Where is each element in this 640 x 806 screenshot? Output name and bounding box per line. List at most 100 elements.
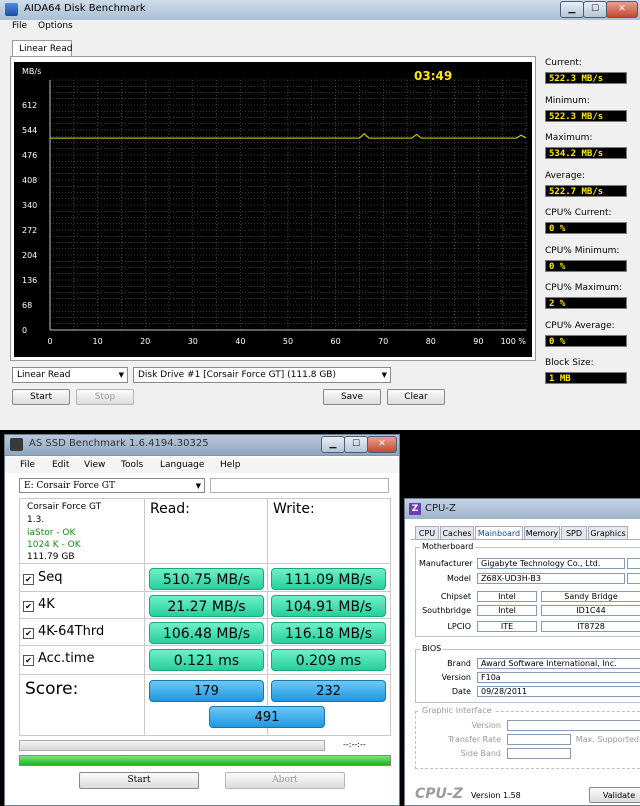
close-button[interactable]: ✕ <box>367 436 397 453</box>
test-type-select[interactable]: Linear Read ▼ <box>12 367 128 383</box>
y-tick-label: 272 <box>22 226 37 235</box>
chevron-down-icon: ▼ <box>381 371 387 379</box>
tab-cpu[interactable]: CPU <box>415 526 439 540</box>
cpuz-window: Z CPU-Z CPU Caches Mainboard Memory SPD Graph… <box>404 498 640 806</box>
menu-file[interactable]: File <box>12 21 27 31</box>
x-tick-label: 30 <box>188 337 198 346</box>
motherboard-group-title: Motherboard <box>420 542 476 551</box>
y-tick-label: 68 <box>22 301 32 310</box>
graphic-group-title: Graphic Interface <box>420 706 494 715</box>
minimize-button[interactable]: ▁ <box>560 1 584 18</box>
asssd-menubar: File Edit View Tools Language Help <box>5 457 399 473</box>
manufacturer-value: Gigabyte Technology Co., Ltd. <box>477 558 625 569</box>
stop-button[interactable]: Stop <box>76 389 134 405</box>
drive-select[interactable]: E: Corsair Force GT ▼ <box>19 478 205 493</box>
clear-button[interactable]: Clear <box>387 389 445 405</box>
row-checkbox[interactable]: ✔ <box>23 601 34 612</box>
menu-language[interactable]: Language <box>160 460 204 470</box>
stat-label: Minimum: <box>545 95 590 106</box>
maximize-button[interactable]: ☐ <box>344 436 368 453</box>
asssd-titlebar[interactable]: AS SSD Benchmark 1.6.4194.30325 ▁ ☐ ✕ <box>5 435 399 456</box>
y-tick-label: 544 <box>22 126 37 135</box>
gi-transfer-value <box>507 734 571 745</box>
lpcio-vendor: ITE <box>477 621 537 632</box>
menu-options[interactable]: Options <box>38 21 73 31</box>
row-checkbox[interactable]: ✔ <box>23 628 34 639</box>
menu-edit[interactable]: Edit <box>52 460 69 470</box>
stat-label: CPU% Maximum: <box>545 283 623 293</box>
aux-field[interactable] <box>210 478 389 493</box>
cpuz-title: CPU-Z <box>425 503 456 514</box>
y-tick-label: 204 <box>22 251 37 260</box>
maximize-button[interactable]: ☐ <box>583 1 607 18</box>
write-header: Write: <box>273 501 315 517</box>
menu-tools[interactable]: Tools <box>121 460 143 470</box>
model-label: Model <box>446 574 471 583</box>
model-value: Z68X-UD3H-B3 <box>477 573 625 584</box>
abort-button[interactable]: Abort <box>225 772 345 789</box>
drive-select[interactable]: Disk Drive #1 [Corsair Force GT] (111.8 … <box>133 367 391 383</box>
tab-spd[interactable]: SPD <box>561 526 587 540</box>
chipset-label: Chipset <box>440 592 471 601</box>
gi-version-value <box>507 720 640 731</box>
stat-label: Average: <box>545 170 585 181</box>
tab-graphics[interactable]: Graphics <box>588 526 628 540</box>
southbridge-vendor: Intel <box>477 605 537 616</box>
read-result: 106.48 MB/s <box>149 622 264 644</box>
stat-value: 1 MB <box>545 372 627 384</box>
drive-value: E: Corsair Force GT <box>24 481 115 491</box>
menu-help[interactable]: Help <box>220 460 241 470</box>
cpuz-version: Version 1.58 <box>471 791 521 800</box>
read-header: Read: <box>150 501 190 517</box>
x-tick-label: 0 <box>47 337 52 346</box>
tab-memory[interactable]: Memory <box>524 526 560 540</box>
score-read: 179 <box>149 680 264 702</box>
x-tick-label: 80 <box>426 337 436 346</box>
row-label: 4K <box>38 597 55 612</box>
tab-caches[interactable]: Caches <box>440 526 474 540</box>
aida-title: AIDA64 Disk Benchmark <box>24 3 146 14</box>
start-button[interactable]: Start <box>79 772 199 789</box>
y-unit-label: MB/s <box>22 67 41 76</box>
gi-max-label: Max. Supported <box>575 735 639 744</box>
x-tick-label: 20 <box>140 337 150 346</box>
stat-value: 0 % <box>545 259 627 272</box>
stat-label: CPU% Current: <box>545 208 612 218</box>
score-label: Score: <box>25 679 79 699</box>
aida-titlebar[interactable]: AIDA64 Disk Benchmark ▁ ☐ ✕ <box>0 0 640 21</box>
aida-window: AIDA64 Disk Benchmark ▁ ☐ ✕ File Options… <box>0 0 640 430</box>
stat-label: CPU% Minimum: <box>545 245 620 256</box>
y-tick-label: 136 <box>22 276 37 285</box>
drive-size: 111.79 GB <box>27 552 75 562</box>
menu-view[interactable]: View <box>84 460 105 470</box>
driver-status: iaStor - OK <box>27 528 76 538</box>
validate-button[interactable]: Validate <box>589 787 640 803</box>
chipset-vendor: Intel <box>477 591 537 602</box>
save-button[interactable]: Save <box>323 389 381 405</box>
menu-file[interactable]: File <box>20 460 35 470</box>
x-tick-label: 50 <box>283 337 293 346</box>
chipset-value: Sandy Bridge <box>541 591 640 602</box>
drive-model: Corsair Force GT <box>27 502 102 512</box>
tab-label: Linear Read <box>19 44 73 54</box>
close-button[interactable]: ✕ <box>606 1 638 18</box>
drive-firmware: 1.3. <box>27 515 45 525</box>
asssd-title: AS SSD Benchmark 1.6.4194.30325 <box>29 438 209 449</box>
score-write: 232 <box>271 680 386 702</box>
minimize-button[interactable]: ▁ <box>321 436 345 453</box>
cpuz-footer-logo: CPU-Z <box>415 786 463 802</box>
row-label: Acc.time <box>38 651 95 666</box>
lpcio-value: IT8728 <box>541 621 640 632</box>
row-checkbox[interactable]: ✔ <box>23 574 34 585</box>
y-tick-label: 408 <box>22 176 37 185</box>
tab-mainboard[interactable]: Mainboard <box>475 526 523 540</box>
y-tick-label: 476 <box>22 151 37 160</box>
progress-bottom <box>19 755 391 766</box>
cpuz-titlebar[interactable]: Z CPU-Z <box>405 499 640 519</box>
row-checkbox[interactable]: ✔ <box>23 655 34 666</box>
progress-bottom-fill <box>20 756 390 765</box>
progress-top <box>19 740 325 751</box>
write-result: 116.18 MB/s <box>271 622 386 644</box>
tab-linear-read[interactable]: Linear Read <box>12 40 72 57</box>
start-button[interactable]: Start <box>12 389 70 405</box>
